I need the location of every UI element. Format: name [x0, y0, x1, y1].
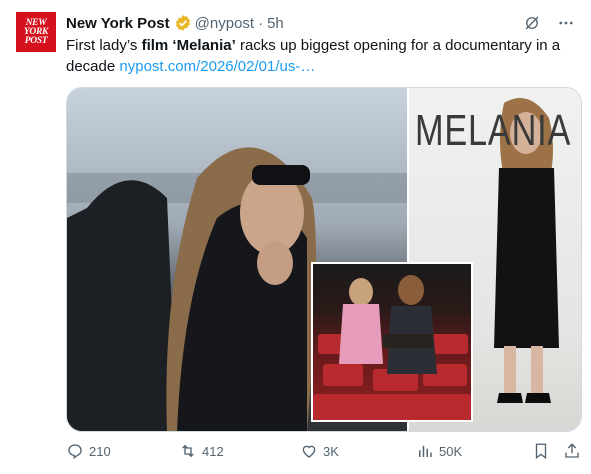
top-actions	[523, 14, 575, 32]
avatar[interactable]: NEW YORK POST	[16, 12, 56, 52]
like-icon	[302, 445, 316, 458]
bookmark-button[interactable]	[532, 442, 550, 460]
grok-icon[interactable]	[523, 14, 541, 32]
post-time[interactable]: 5h	[267, 15, 284, 32]
like-count: 3K	[323, 443, 339, 459]
author-name[interactable]: New York Post	[66, 15, 170, 32]
post-media[interactable]: MELANIA	[66, 87, 582, 432]
separator-dot: ·	[258, 14, 264, 32]
author-handle[interactable]: @nypost	[195, 15, 254, 32]
reply-icon	[68, 444, 82, 460]
action-bar: 210 412 3K 50K	[66, 442, 582, 468]
views-count: 50K	[439, 443, 463, 459]
like-button[interactable]: 3K	[300, 442, 339, 460]
share-icon	[565, 443, 579, 458]
more-icon[interactable]	[557, 14, 575, 32]
media-inset-photo[interactable]	[311, 262, 473, 422]
share-button[interactable]	[563, 442, 581, 460]
post-header: New York Post @nypost · 5h	[66, 12, 284, 34]
bookmark-icon	[535, 443, 547, 460]
repost-count: 412	[202, 443, 224, 459]
reply-count: 210	[89, 443, 111, 459]
post-text-bold: film ‘Melania’	[141, 37, 236, 54]
inset-drawing	[313, 275, 471, 420]
avatar-line-3: POST	[24, 35, 48, 46]
backdrop-text: MELANIA	[415, 106, 572, 155]
post-text-part1: First lady’s	[66, 37, 142, 54]
verified-badge-icon[interactable]	[174, 14, 192, 32]
repost-button[interactable]: 412	[179, 442, 224, 460]
views-icon	[419, 445, 432, 457]
post-text: First lady’s film ‘Melania’ racks up big…	[66, 35, 576, 77]
views-button[interactable]: 50K	[416, 442, 462, 460]
post-link[interactable]: nypost.com/2026/02/01/us-…	[119, 58, 315, 75]
repost-icon	[182, 444, 194, 458]
reply-button[interactable]: 210	[66, 442, 111, 460]
